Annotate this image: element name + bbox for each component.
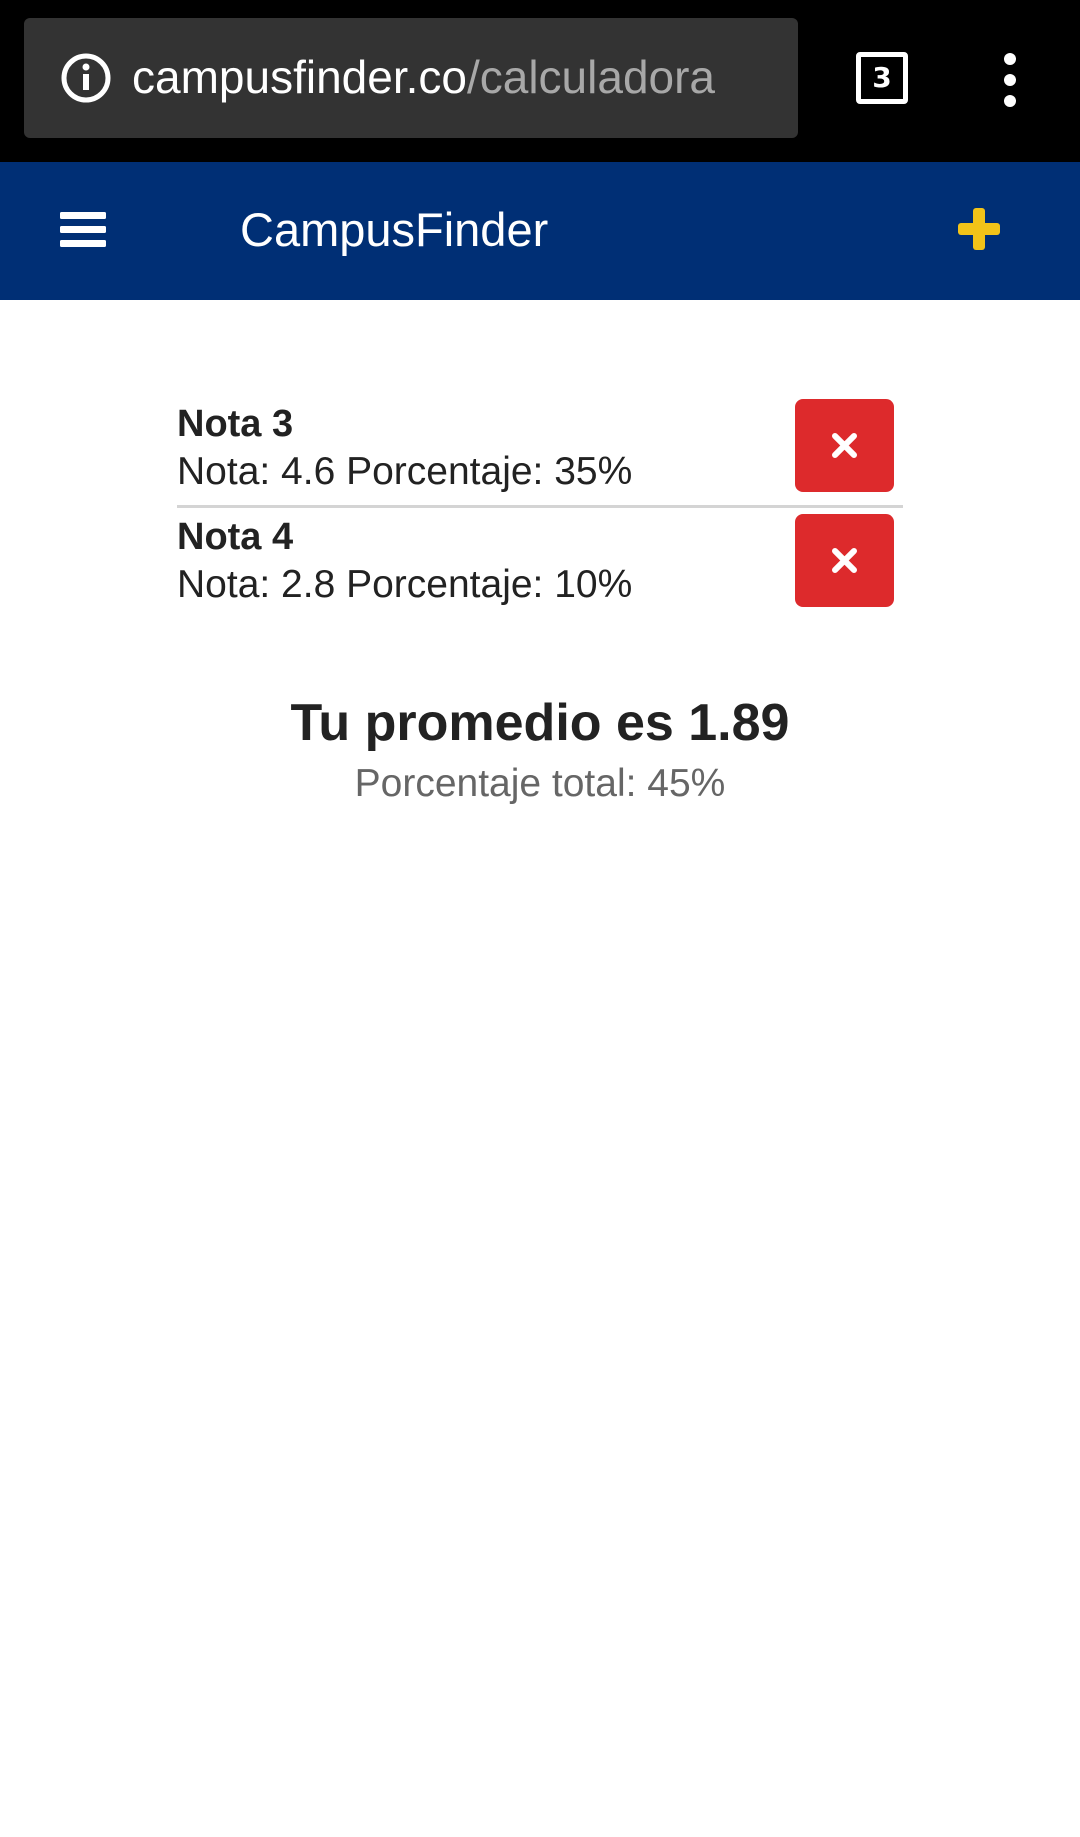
total-percentage: Porcentaje total: 45% xyxy=(354,762,726,805)
delete-button[interactable] xyxy=(795,514,894,607)
info-icon[interactable] xyxy=(60,52,112,104)
menu-icon[interactable] xyxy=(60,210,106,250)
summary: Tu promedio es 1.89 Porcentaje total: 45… xyxy=(0,688,1080,810)
address-bar[interactable]: campusfinder.co/calculadora xyxy=(24,18,798,138)
more-vert-icon[interactable] xyxy=(990,50,1030,110)
tabs-count-icon[interactable]: 3 xyxy=(856,52,908,104)
delete-button[interactable] xyxy=(795,399,894,492)
grade-list: Nota 3 Nota: 4.6 Porcentaje: 35% Nota 4 … xyxy=(177,395,903,625)
close-icon xyxy=(832,548,857,573)
app-header: CampusFinder xyxy=(0,162,1080,300)
list-item: Nota 3 Nota: 4.6 Porcentaje: 35% xyxy=(177,395,903,508)
close-icon xyxy=(832,433,857,458)
grade-title: Nota 4 xyxy=(177,516,294,558)
grade-title: Nota 3 xyxy=(177,403,294,445)
brand-title[interactable]: CampusFinder xyxy=(240,200,548,260)
plus-icon[interactable] xyxy=(954,204,1004,254)
grade-detail: Nota: 2.8 Porcentaje: 10% xyxy=(177,563,633,606)
list-item: Nota 4 Nota: 2.8 Porcentaje: 10% xyxy=(177,508,903,625)
url-domain: campusfinder.co xyxy=(132,51,467,103)
url-text[interactable]: campusfinder.co/calculadora xyxy=(132,44,715,110)
url-path: /calculadora xyxy=(466,51,716,103)
average-result: Tu promedio es 1.89 xyxy=(290,694,790,752)
grade-detail: Nota: 4.6 Porcentaje: 35% xyxy=(177,450,633,493)
browser-toolbar: campusfinder.co/calculadora 3 xyxy=(0,0,1080,162)
